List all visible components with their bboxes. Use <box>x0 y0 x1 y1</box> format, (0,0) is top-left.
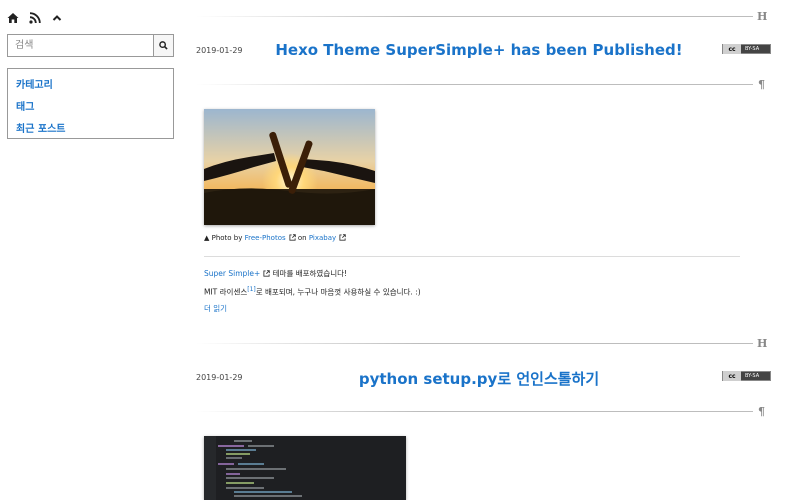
post-divider <box>196 16 753 17</box>
paragraph-mark: ¶ <box>758 405 765 418</box>
post-excerpt-line-2: MIT 라이센스[1]로 배포되며, 누구나 마음껏 사용하실 수 있습니다. … <box>204 286 421 298</box>
photo-author-link[interactable]: Free-Photos <box>245 234 286 242</box>
sidebar-item-categories[interactable]: 카테고리 <box>16 75 165 97</box>
excerpt-license-text: MIT 라이센스 <box>204 287 248 297</box>
post-divider <box>196 411 753 412</box>
rss-icon[interactable] <box>29 9 41 24</box>
excerpt-text: 테마를 배포하였습니다! <box>272 269 348 278</box>
external-link-icon <box>289 234 296 241</box>
post-title[interactable]: Hexo Theme SuperSimple+ has been Publish… <box>250 41 708 59</box>
post-date: 2019-01-29 <box>196 46 243 55</box>
sidebar-nav: 카테고리 태그 최근 포스트 <box>7 68 174 139</box>
read-more-link[interactable]: 더 읽기 <box>204 303 227 314</box>
cc-icon: cc <box>723 371 741 381</box>
post-divider <box>196 84 753 85</box>
caption-on: on <box>297 234 307 242</box>
search-button[interactable] <box>153 34 174 57</box>
post-photo-code-screenshot <box>204 436 406 500</box>
photo-site-link[interactable]: Pixabay <box>309 234 336 242</box>
post-title[interactable]: python setup.py로 언인스톨하기 <box>250 368 708 389</box>
post-date: 2019-01-29 <box>196 373 243 382</box>
footnote-link[interactable]: [1] <box>247 286 256 293</box>
sidebar-item-tags[interactable]: 태그 <box>16 97 165 119</box>
cc-icon: cc <box>723 44 741 54</box>
caption-prefix: ▲ Photo by <box>204 234 243 242</box>
excerpt-text: 로 배포되며, 누구나 마음껏 사용하실 수 있습니다. :) <box>255 287 421 297</box>
top-icon-bar <box>7 9 63 24</box>
paragraph-mark: ¶ <box>758 78 765 91</box>
post-title-rest: 로 언인스톨하기 <box>497 370 600 388</box>
photo-caption: ▲ Photo by Free-Photos on Pixabay <box>204 234 346 242</box>
sidebar-item-recent-posts[interactable]: 최근 포스트 <box>16 119 165 141</box>
external-link-icon <box>263 270 270 277</box>
post-excerpt-line-1: Super Simple+ 테마를 배포하였습니다! <box>204 268 347 279</box>
external-link-icon <box>339 234 346 241</box>
search-input[interactable] <box>7 34 153 57</box>
content-separator <box>204 256 740 257</box>
license-badge[interactable]: cc BY-SA <box>722 44 771 54</box>
search-icon <box>159 41 168 50</box>
license-label: BY-SA <box>745 46 760 52</box>
license-label: BY-SA <box>745 373 760 379</box>
post-photo-beer-sunset <box>204 109 375 225</box>
theme-link[interactable]: Super Simple+ <box>204 269 260 278</box>
post-title-code: python setup.py <box>358 370 498 388</box>
home-icon[interactable] <box>7 9 19 23</box>
search-form <box>7 34 174 57</box>
license-badge[interactable]: cc BY-SA <box>722 371 771 381</box>
post-divider <box>196 343 753 344</box>
chevron-up-icon[interactable] <box>51 9 63 21</box>
heading-mark: H <box>757 337 768 350</box>
heading-mark: H <box>757 10 768 23</box>
